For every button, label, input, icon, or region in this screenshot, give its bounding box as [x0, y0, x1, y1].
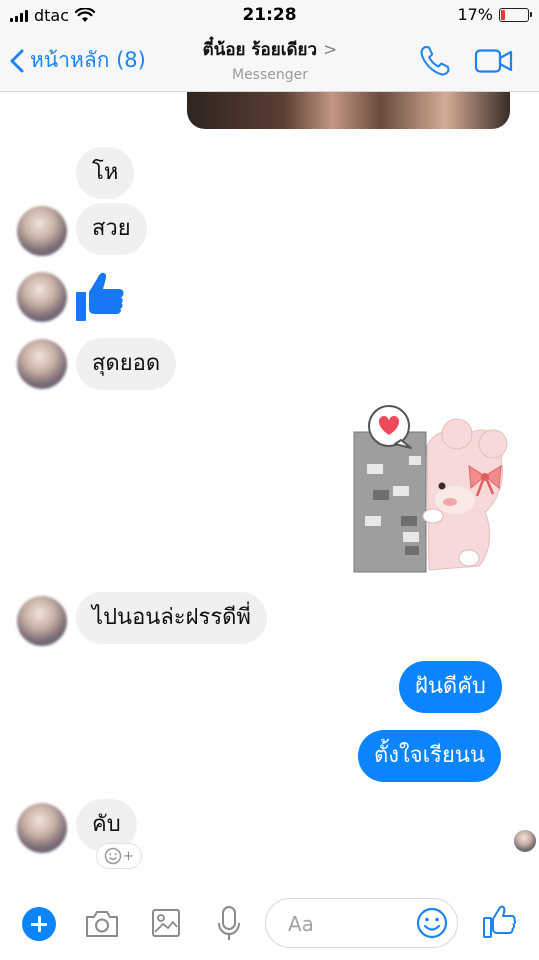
contact-name: ตี๋น้อย ร้อยเดียว — [202, 40, 318, 60]
message-text: คับ — [92, 812, 121, 837]
photo-message[interactable] — [187, 92, 510, 129]
message-input[interactable]: Aa — [265, 898, 458, 948]
camera-icon[interactable] — [84, 909, 120, 939]
chevron-right-icon: > — [323, 40, 338, 60]
contact-avatar[interactable] — [17, 272, 67, 322]
contact-title-button[interactable]: ตี๋น้อย ร้อยเดียว > Messenger — [150, 36, 390, 83]
thumbs-up-icon[interactable] — [75, 270, 125, 322]
message-text: ฝันดีคับ — [415, 674, 486, 699]
phone-icon[interactable] — [418, 44, 452, 78]
microphone-icon[interactable] — [216, 905, 242, 943]
video-camera-icon[interactable] — [474, 48, 514, 74]
message-bubble-outgoing[interactable]: ตั้งใจเรียนน — [358, 730, 501, 782]
image-icon[interactable] — [150, 907, 182, 939]
message-thread[interactable]: โห สวย สุดยอด ไปนอนล่ะฝรรดีพี่ ฝันดีคับ … — [0, 92, 539, 892]
header-subtitle: Messenger — [231, 67, 309, 83]
contact-avatar[interactable] — [17, 596, 67, 646]
conversation-header: หน้าหลัก (8) ตี๋น้อย ร้อยเดียว > Messenge… — [0, 30, 539, 92]
battery-percent: 17% — [457, 5, 493, 24]
message-bubble-incoming[interactable]: สวย — [76, 203, 147, 255]
message-text: สุดยอด — [92, 351, 161, 376]
add-reaction-button[interactable]: + — [96, 843, 142, 869]
message-bubble-incoming[interactable]: ไปนอนล่ะฝรรดีพี่ — [76, 592, 267, 644]
message-text: ตั้งใจเรียนน — [374, 743, 485, 768]
seen-avatar — [514, 830, 536, 852]
emoji-icon — [104, 847, 122, 865]
message-bubble-incoming[interactable]: โห — [76, 147, 135, 199]
message-text: ไปนอนล่ะฝรรดีพี่ — [92, 605, 251, 630]
emoji-icon[interactable] — [415, 906, 449, 940]
contact-avatar[interactable] — [17, 206, 67, 256]
contact-avatar[interactable] — [17, 339, 67, 389]
contact-avatar[interactable] — [17, 803, 67, 853]
bear-peeking-heart-sticker[interactable] — [345, 404, 510, 582]
thumbs-up-icon[interactable] — [482, 904, 516, 940]
back-chevron-icon — [10, 49, 24, 72]
message-text: โห — [92, 160, 119, 185]
message-bubble-outgoing[interactable]: ฝันดีคับ — [399, 661, 502, 713]
status-right: 17% — [457, 5, 532, 24]
message-composer: Aa — [0, 892, 539, 960]
message-input-placeholder: Aa — [288, 912, 314, 936]
message-bubble-incoming[interactable]: สุดยอด — [76, 338, 177, 390]
message-text: สวย — [92, 216, 131, 241]
contact-name-row: ตี๋น้อย ร้อยเดียว > — [150, 36, 390, 63]
plus-icon[interactable] — [22, 907, 56, 941]
status-bar: dtac 21:28 17% — [0, 0, 539, 30]
battery-icon — [499, 7, 532, 22]
back-label: หน้าหลัก (8) — [30, 48, 146, 72]
plus-label: + — [123, 848, 134, 864]
back-button[interactable]: หน้าหลัก (8) — [10, 44, 146, 77]
